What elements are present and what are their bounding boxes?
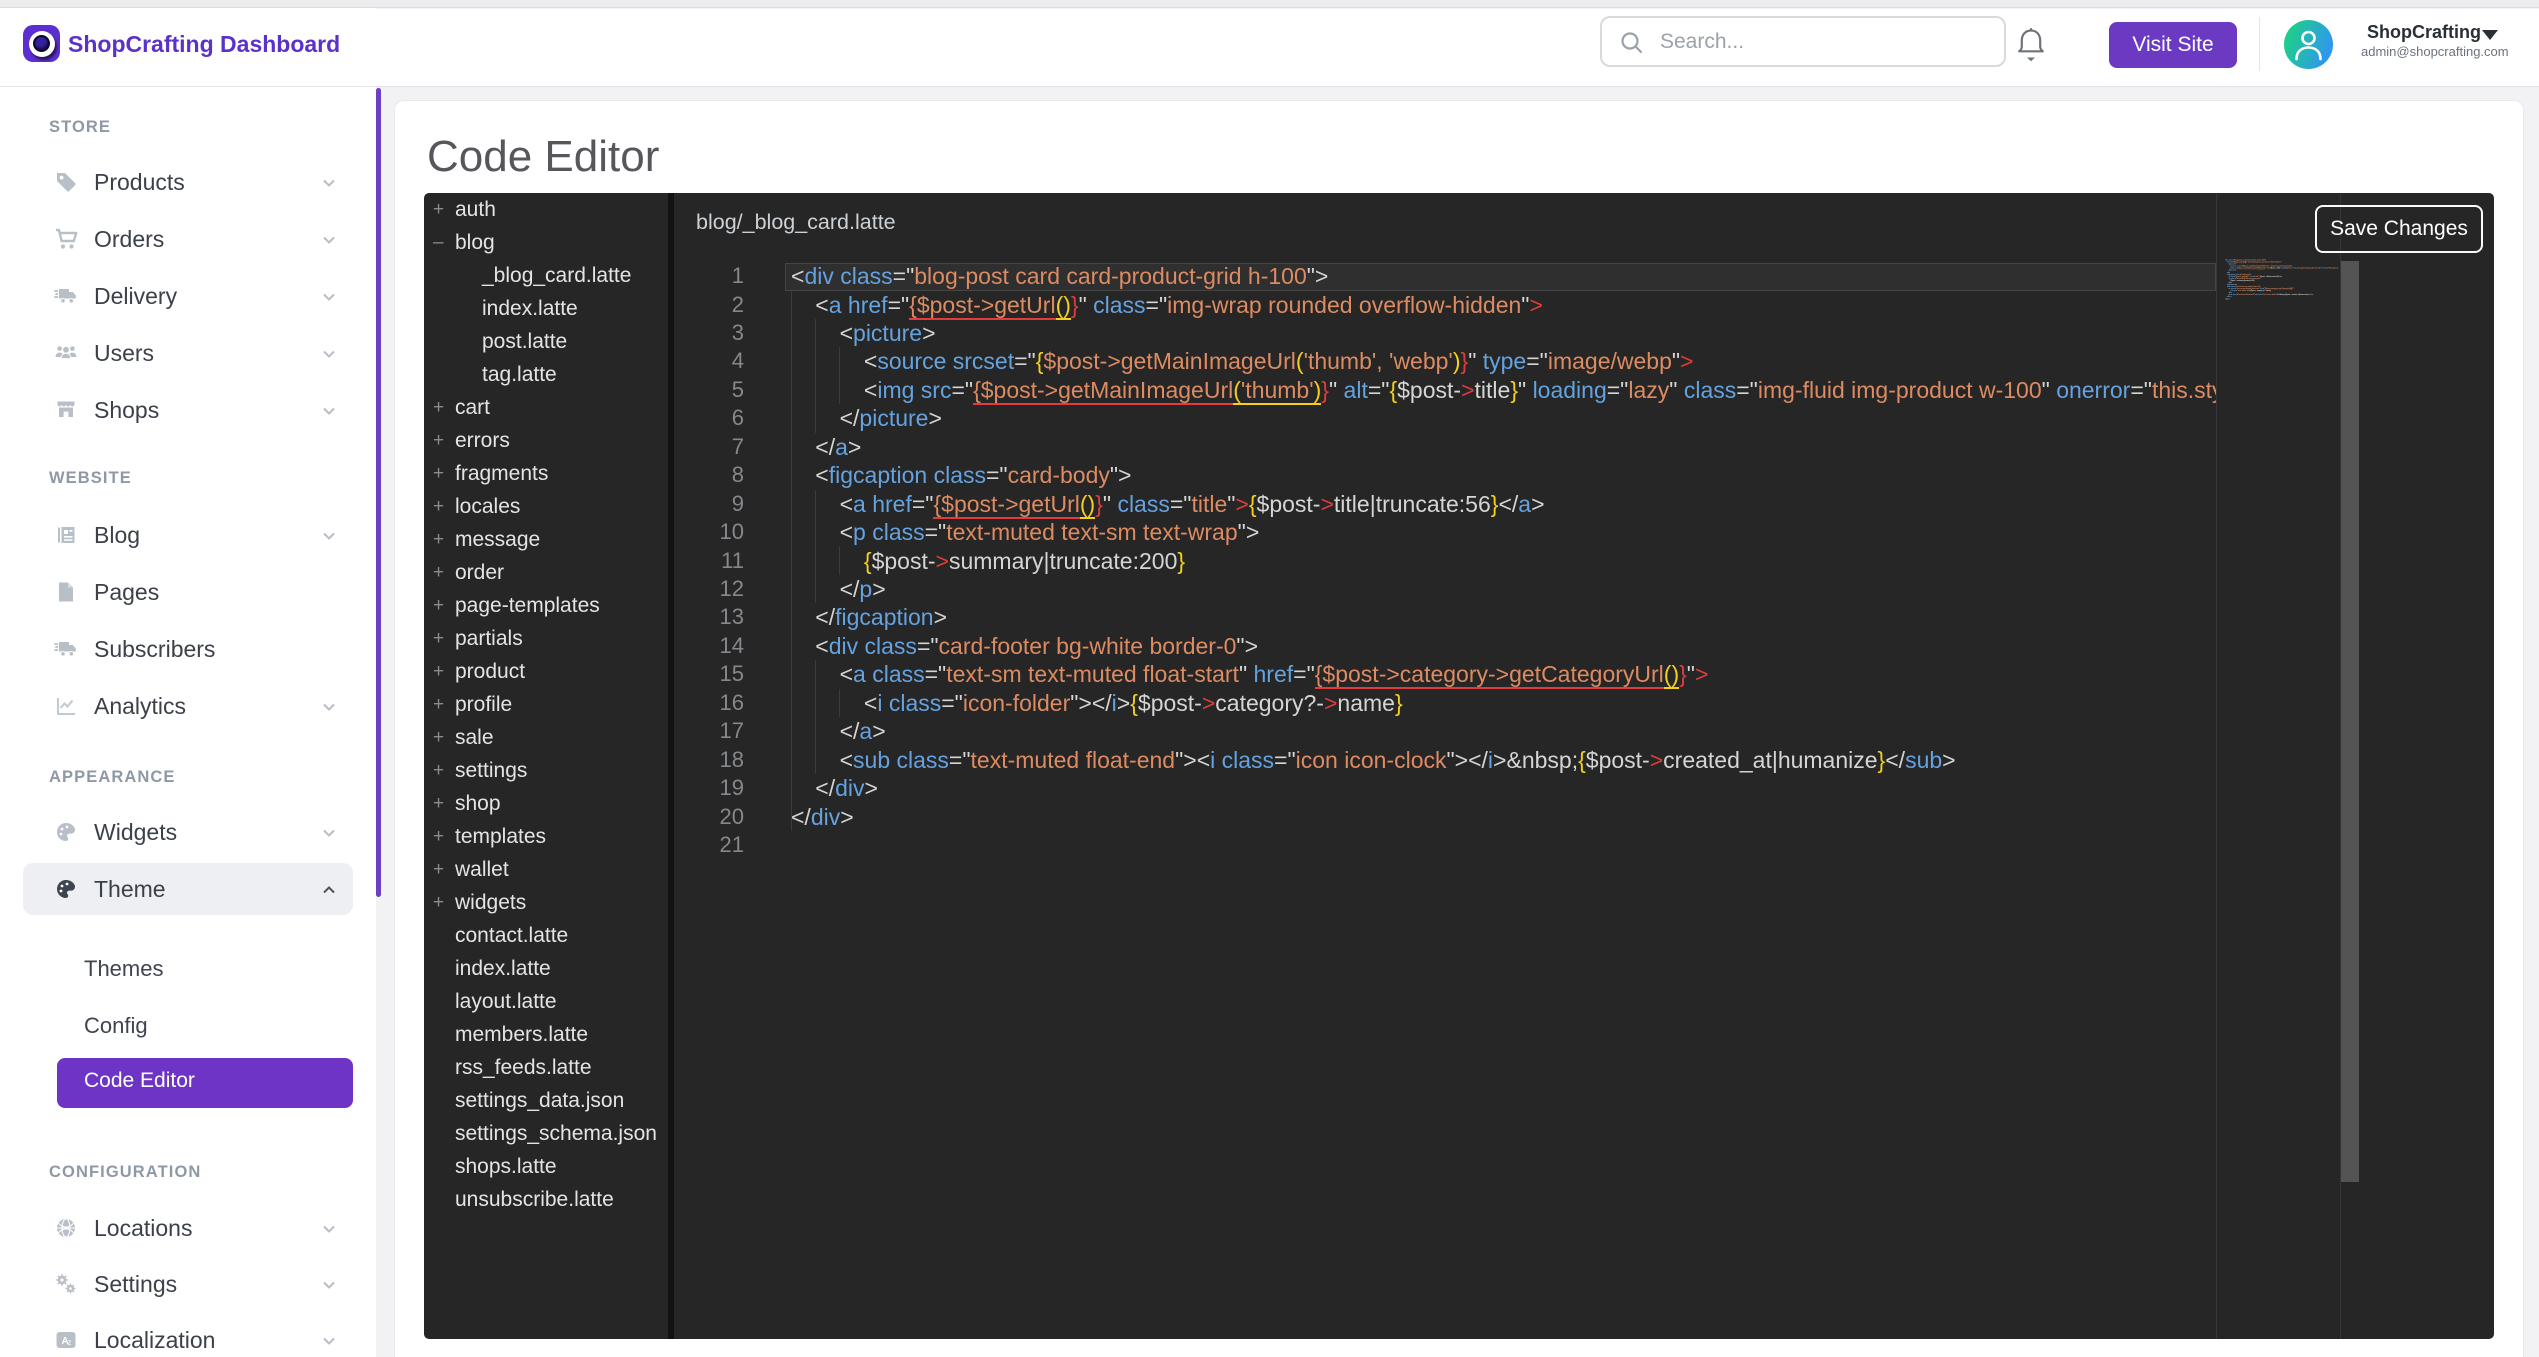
- svg-text:z: z: [68, 1338, 72, 1347]
